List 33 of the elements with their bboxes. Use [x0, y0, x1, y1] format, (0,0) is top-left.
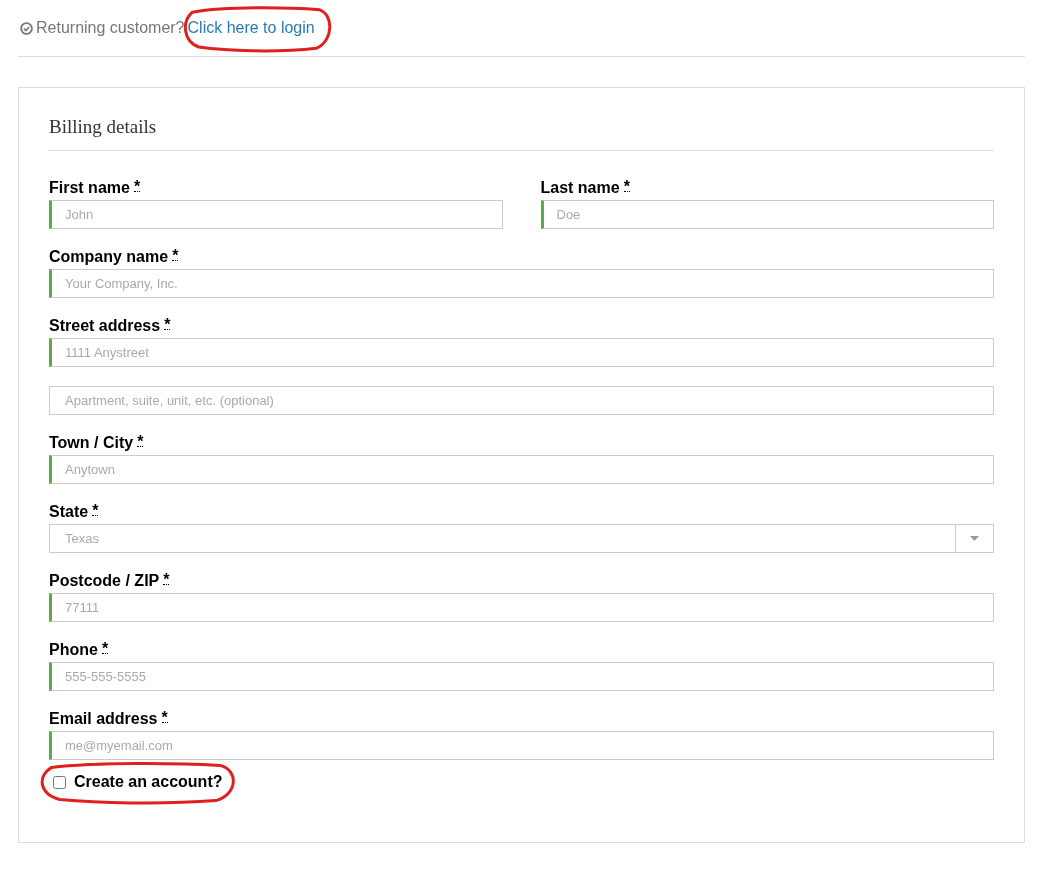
check-circle-icon	[20, 21, 33, 35]
input-field[interactable]: Anytown	[49, 455, 994, 484]
field-label: Company name	[49, 248, 169, 266]
section-title: Billing details	[49, 116, 994, 151]
field-label: State	[49, 503, 89, 521]
required-mark: *	[172, 248, 179, 261]
required-mark: *	[623, 179, 630, 192]
input-field[interactable]: 555-555-5555	[49, 662, 994, 691]
dropdown-arrow-icon	[970, 536, 979, 541]
field-label: Street address	[49, 317, 161, 335]
checkbox-label: Create an account?	[74, 773, 223, 791]
input-field[interactable]: 77111	[49, 593, 994, 622]
required-mark: *	[137, 434, 144, 447]
input-field[interactable]: Your Company, Inc.	[49, 269, 994, 298]
required-mark: *	[164, 317, 171, 330]
required-mark: *	[92, 503, 99, 516]
notice-text: Returning customer?	[36, 19, 185, 37]
field-label: Town / City	[49, 434, 134, 452]
required-mark: *	[101, 641, 109, 654]
required-mark: *	[163, 572, 170, 585]
field-label: Phone	[49, 641, 98, 659]
field-label: Email address	[49, 710, 158, 728]
field-label: First name	[49, 179, 130, 197]
input-field[interactable]: me@myemail.com	[49, 731, 994, 760]
field-label: Postcode / ZIP	[49, 572, 160, 590]
input-field[interactable]: John	[49, 200, 503, 229]
input-field[interactable]: 1111 Anystreet	[49, 338, 994, 367]
required-mark: *	[161, 710, 168, 723]
required-mark: *	[133, 179, 141, 192]
input-field[interactable]: Apartment, suite, unit, etc. (optional)	[49, 386, 994, 415]
field-label: Last name	[540, 179, 620, 197]
input-field[interactable]: Doe	[540, 200, 994, 229]
checkbox[interactable]	[53, 775, 66, 789]
